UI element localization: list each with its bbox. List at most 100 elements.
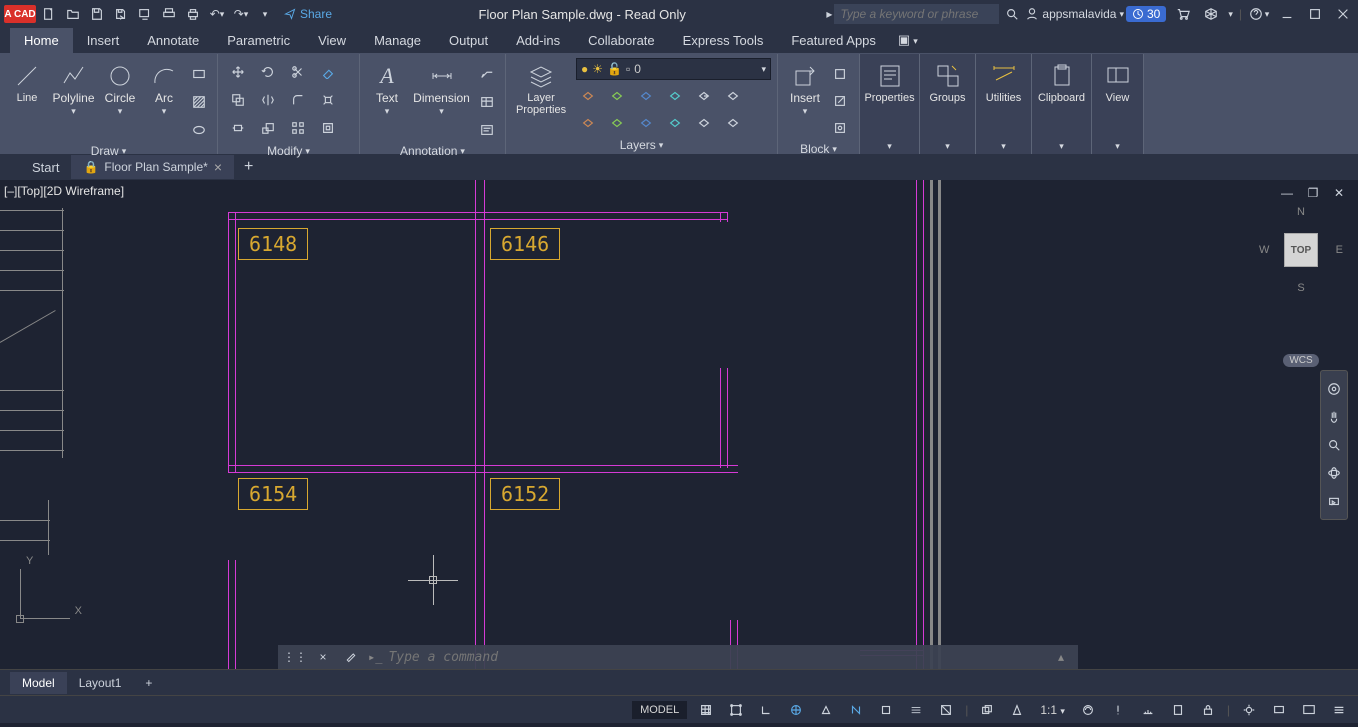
drawing-canvas[interactable]: [–][Top][2D Wireframe] — ❐ ✕ 6148 6146 6…	[0, 180, 1358, 669]
trial-badge[interactable]: 30	[1126, 6, 1166, 22]
polyline-button[interactable]: Polyline▾	[50, 58, 97, 121]
layer-unlock-icon[interactable]	[634, 111, 658, 135]
tab-parametric[interactable]: Parametric	[213, 28, 304, 53]
lineweight-icon[interactable]	[905, 699, 927, 721]
tab-view[interactable]: View	[304, 28, 360, 53]
isodraft-icon[interactable]	[815, 699, 837, 721]
vp-close-icon[interactable]: ✕	[1328, 182, 1350, 204]
nav-wheel-icon[interactable]	[1324, 379, 1344, 399]
circle-button[interactable]: Circle▾	[99, 58, 141, 121]
quick-prop-icon[interactable]	[1167, 699, 1189, 721]
close-tab-icon[interactable]: ×	[214, 159, 222, 175]
array-icon[interactable]	[286, 116, 310, 140]
status-model-button[interactable]: MODEL	[632, 701, 687, 719]
hardware-accel-icon[interactable]	[1268, 699, 1290, 721]
layer-dropdown[interactable]: ●☀🔓▫ 0▾	[576, 58, 771, 80]
rectangle-icon[interactable]	[187, 62, 211, 86]
tab-insert[interactable]: Insert	[73, 28, 134, 53]
edit-attr-icon[interactable]	[828, 116, 852, 140]
vp-minimize-icon[interactable]: —	[1276, 182, 1298, 204]
scale-icon[interactable]	[256, 116, 280, 140]
edit-block-icon[interactable]	[828, 89, 852, 113]
otrack-icon[interactable]	[875, 699, 897, 721]
table-icon[interactable]	[475, 90, 499, 114]
trim-icon[interactable]	[286, 60, 310, 84]
close-icon[interactable]	[1332, 3, 1354, 25]
app-menu-button[interactable]: A CAD	[4, 5, 36, 23]
panel-view[interactable]: View ▾	[1092, 54, 1144, 154]
play-icon[interactable]: ▸	[826, 7, 832, 21]
layer-lock-icon[interactable]	[634, 84, 658, 108]
mtext-icon[interactable]	[475, 118, 499, 142]
layer-thaw-icon[interactable]	[605, 111, 629, 135]
share-button[interactable]: Share	[278, 7, 338, 21]
customize-status-icon[interactable]	[1328, 699, 1350, 721]
text-button[interactable]: AText▾	[366, 58, 408, 121]
cycling-icon[interactable]	[976, 699, 998, 721]
arc-button[interactable]: Arc▾	[143, 58, 185, 121]
tab-express[interactable]: Express Tools	[669, 28, 778, 53]
annotation-scale-icon[interactable]	[1006, 699, 1028, 721]
lock-ui-icon[interactable]	[1197, 699, 1219, 721]
group-annotation-label[interactable]: Annotation ▾	[366, 142, 499, 160]
units-icon[interactable]	[1137, 699, 1159, 721]
panel-utilities[interactable]: Utilities ▾	[976, 54, 1032, 154]
layer-walk-icon[interactable]	[721, 111, 745, 135]
saveas-icon[interactable]	[110, 3, 132, 25]
vp-maximize-icon[interactable]: ❐	[1302, 182, 1324, 204]
file-tab-start[interactable]: Start	[20, 156, 71, 179]
viewcube[interactable]: N S E W TOP WCS	[1256, 210, 1346, 367]
layer-properties-button[interactable]: Layer Properties	[512, 58, 570, 120]
layer-copy-icon[interactable]	[692, 111, 716, 135]
layer-freeze-icon[interactable]	[605, 84, 629, 108]
line-button[interactable]: Line	[6, 58, 48, 108]
ribbon-options-icon[interactable]: ▣▾	[890, 27, 926, 53]
erase-icon[interactable]	[316, 60, 340, 84]
minimize-icon[interactable]	[1276, 3, 1298, 25]
cart-icon[interactable]	[1172, 3, 1194, 25]
redo-icon[interactable]: ↷ ▾	[230, 3, 252, 25]
layer-off-icon[interactable]	[576, 84, 600, 108]
maximize-icon[interactable]	[1304, 3, 1326, 25]
tab-manage[interactable]: Manage	[360, 28, 435, 53]
cmd-close-icon[interactable]: ×	[312, 646, 334, 668]
nav-orbit-icon[interactable]	[1324, 463, 1344, 483]
cmd-expand-icon[interactable]: ▴	[1050, 646, 1072, 668]
tab-home[interactable]: Home	[10, 28, 73, 53]
new-icon[interactable]	[38, 3, 60, 25]
layout-add-button[interactable]: +	[133, 672, 164, 694]
layer-prev-icon[interactable]	[721, 84, 745, 108]
clean-screen-icon[interactable]	[1298, 699, 1320, 721]
annotation-monitor-icon[interactable]	[1107, 699, 1129, 721]
rotate-icon[interactable]	[256, 60, 280, 84]
create-block-icon[interactable]	[828, 62, 852, 86]
viewcube-face[interactable]: TOP	[1284, 233, 1318, 267]
panel-clipboard[interactable]: Clipboard ▾	[1032, 54, 1092, 154]
user-menu[interactable]: appsmalavida ▾	[1025, 7, 1124, 21]
open-icon[interactable]	[62, 3, 84, 25]
layout-tab-layout1[interactable]: Layout1	[67, 672, 134, 694]
tab-annotate[interactable]: Annotate	[133, 28, 213, 53]
stretch-icon[interactable]	[226, 116, 250, 140]
transparency-icon[interactable]	[935, 699, 957, 721]
ellipse-icon[interactable]	[187, 118, 211, 142]
polar-icon[interactable]	[785, 699, 807, 721]
app-store-icon[interactable]	[1200, 3, 1222, 25]
qat-more-icon[interactable]: ▾	[254, 3, 276, 25]
file-tab-active[interactable]: 🔒 Floor Plan Sample* ×	[71, 155, 234, 179]
nav-pan-icon[interactable]	[1324, 407, 1344, 427]
app-dropdown-icon[interactable]: ▾	[1228, 9, 1233, 20]
layer-iso-icon[interactable]	[576, 111, 600, 135]
tab-featured[interactable]: Featured Apps	[777, 28, 890, 53]
nav-showmotion-icon[interactable]	[1324, 491, 1344, 511]
viewport-label[interactable]: [–][Top][2D Wireframe]	[4, 184, 124, 198]
plot-icon[interactable]	[158, 3, 180, 25]
panel-properties[interactable]: Properties ▾	[860, 54, 920, 154]
cmd-handle-icon[interactable]: ⋮⋮	[284, 646, 306, 668]
command-input[interactable]	[388, 650, 1044, 665]
explode-icon[interactable]	[316, 88, 340, 112]
layer-change-icon[interactable]	[663, 111, 687, 135]
leader-icon[interactable]	[475, 62, 499, 86]
scale-label[interactable]: 1:1 ▾	[1036, 703, 1069, 717]
copy-icon[interactable]	[226, 88, 250, 112]
